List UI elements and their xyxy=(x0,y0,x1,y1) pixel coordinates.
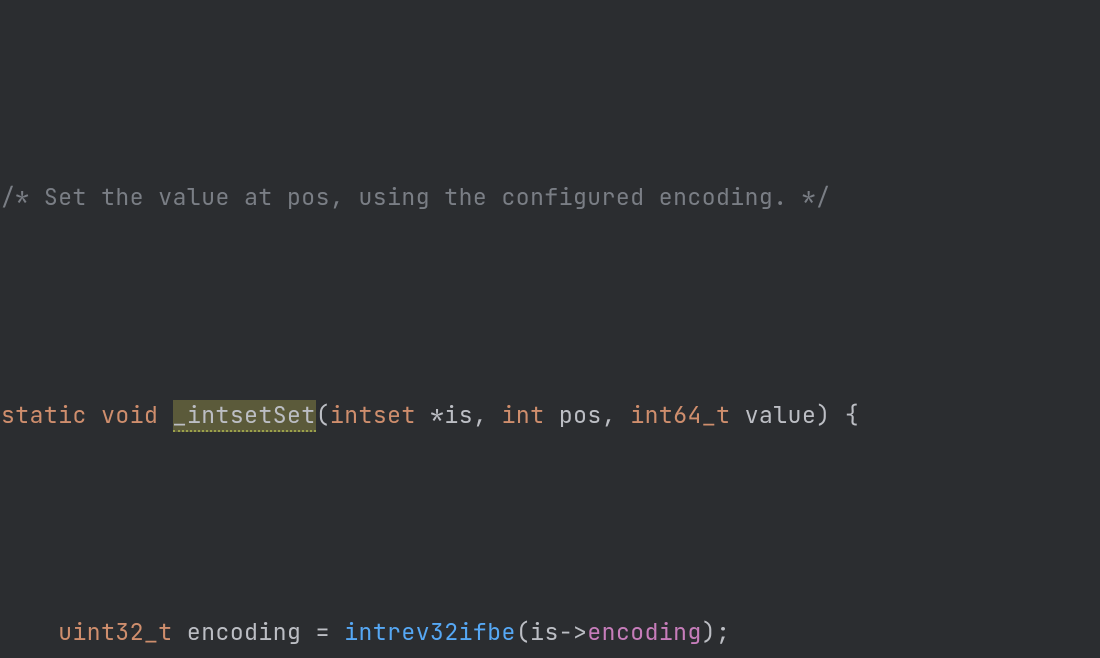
paren-semi: ); xyxy=(702,617,731,647)
field-encoding: encoding xyxy=(587,617,701,647)
code-editor[interactable]: /* Set the value at pos, using the confi… xyxy=(0,0,1100,658)
comma: , xyxy=(602,400,631,430)
type-int: int xyxy=(502,400,545,430)
code-line: static void _intsetSet(intset *is, int p… xyxy=(1,394,1100,438)
arrow-op: -> xyxy=(559,617,588,647)
param-pos: pos xyxy=(545,400,602,430)
var-encoding: encoding xyxy=(187,617,301,647)
call-intrev32ifbe: intrev32ifbe xyxy=(344,617,516,647)
paren: ) xyxy=(816,400,830,430)
comma: , xyxy=(473,400,502,430)
indent xyxy=(1,617,58,647)
space xyxy=(173,617,187,647)
type-uint32t: uint32_t xyxy=(58,617,172,647)
assign-op: = xyxy=(301,617,344,647)
keyword-void: void xyxy=(101,400,158,430)
star-op: * xyxy=(416,400,445,430)
type-int64t: int64_t xyxy=(630,400,730,430)
brace: { xyxy=(831,400,860,430)
paren: ( xyxy=(316,400,330,430)
paren: ( xyxy=(516,617,530,647)
param-value: value xyxy=(730,400,816,430)
code-line: /* Set the value at pos, using the confi… xyxy=(1,176,1100,220)
code-line: uint32_t encoding = intrev32ifbe(is->enc… xyxy=(1,611,1100,655)
func-intsetset: _intsetSet xyxy=(173,400,316,432)
keyword-static: static xyxy=(1,400,87,430)
type-intset: intset xyxy=(330,400,416,430)
param-is: is xyxy=(444,400,473,430)
ident-is: is xyxy=(530,617,559,647)
comment-text: /* Set the value at pos, using the confi… xyxy=(1,182,830,212)
